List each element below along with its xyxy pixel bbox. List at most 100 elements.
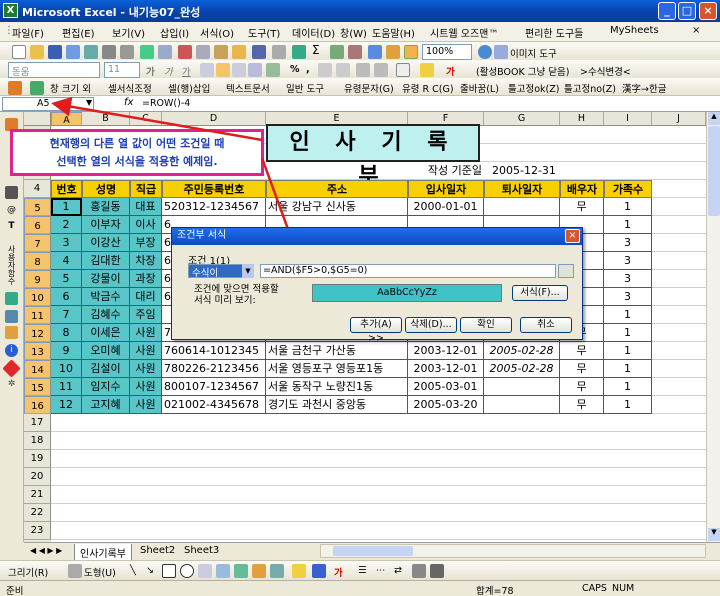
ok-button[interactable]: 확인 (460, 317, 512, 333)
undo-icon[interactable] (252, 45, 266, 59)
dash-style-icon[interactable]: ⋯ (376, 565, 386, 576)
hyperlink-icon[interactable] (292, 45, 306, 59)
column-header-h[interactable]: H (560, 112, 604, 126)
shadow-icon[interactable] (412, 564, 426, 578)
line-style-icon[interactable]: ☰ (358, 565, 367, 576)
row-header[interactable]: 23 (24, 522, 51, 540)
tool-wrap[interactable]: 줄바꿈(L) (460, 81, 499, 95)
emp-rank[interactable]: 사원 (130, 342, 162, 360)
italic-icon[interactable]: 가 (164, 64, 173, 78)
emp-family[interactable]: 3 (604, 252, 652, 270)
paste-icon[interactable] (214, 45, 228, 59)
menu-tools[interactable]: 도구(T) (248, 25, 280, 40)
align-left-icon[interactable] (200, 63, 214, 77)
fill-color-draw-icon[interactable] (292, 564, 306, 578)
sort-descending-icon[interactable] (348, 45, 362, 59)
menu-window[interactable]: 창(W) (340, 25, 367, 40)
emp-rank[interactable]: 주임 (130, 306, 162, 324)
arrow-icon[interactable]: ↘ (146, 565, 154, 576)
emp-spouse[interactable]: 무 (560, 360, 604, 378)
emp-spouse[interactable]: 무 (560, 396, 604, 414)
emp-family[interactable]: 1 (604, 360, 652, 378)
emp-no[interactable]: 6 (51, 288, 82, 306)
emp-name[interactable]: 김대한 (82, 252, 130, 270)
tab-scroll-icon[interactable]: ◀ ◀ ▶ ▶ (30, 546, 62, 555)
emp-spouse[interactable]: 무 (560, 342, 604, 360)
fill-color-icon[interactable] (420, 63, 434, 77)
toggle-icon[interactable] (404, 45, 418, 59)
emp-family[interactable]: 1 (604, 306, 652, 324)
dialog-close-button[interactable]: × (565, 229, 580, 243)
align-right-icon[interactable] (232, 63, 246, 77)
row-header[interactable]: 8 (24, 252, 51, 270)
row-header[interactable]: 22 (24, 504, 51, 522)
tool-cell-format[interactable]: 셀서식조정 (108, 81, 152, 95)
row-header[interactable]: 10 (24, 288, 51, 306)
emp-no[interactable]: 11 (51, 378, 82, 396)
column-header-a[interactable]: A (51, 112, 82, 126)
emp-spouse[interactable]: 무 (560, 378, 604, 396)
currency-icon[interactable] (266, 63, 280, 77)
header-cell[interactable]: 주소 (266, 180, 408, 198)
emp-no[interactable]: 4 (51, 252, 82, 270)
row-header[interactable]: 6 (24, 216, 51, 234)
menu-help[interactable]: 도움말(H) (372, 25, 415, 40)
diamond-icon[interactable] (2, 359, 21, 378)
menu-insert[interactable]: 삽입(I) (160, 25, 189, 40)
emp-join-date[interactable]: 2003-12-01 (408, 342, 484, 360)
scroll-up-icon[interactable]: ▲ (708, 112, 720, 125)
key-icon[interactable] (30, 81, 44, 95)
arrow-style-icon[interactable]: ⇄ (394, 565, 402, 576)
emp-address[interactable]: 서울 동작구 노량진1동 (266, 378, 408, 396)
tab-sheet3[interactable]: Sheet3 (184, 545, 219, 556)
header-cell[interactable]: 가족수 (604, 180, 652, 198)
print-preview-icon[interactable] (120, 45, 134, 59)
row-header[interactable]: 4 (24, 180, 51, 198)
decrease-indent-icon[interactable] (356, 63, 370, 77)
print-icon[interactable] (102, 45, 116, 59)
menu-file[interactable]: 파일(F) (12, 25, 44, 40)
menu-view[interactable]: 보기(V) (112, 25, 145, 40)
merge-center-icon[interactable] (248, 63, 262, 77)
emp-name[interactable]: 김혜수 (82, 306, 130, 324)
close-button[interactable]: × (699, 2, 717, 20)
fx-icon[interactable]: fx (124, 97, 133, 108)
emp-id-number[interactable]: 021002-4345678 (162, 396, 266, 414)
row-header[interactable]: 7 (24, 234, 51, 252)
oval-icon[interactable] (180, 564, 194, 578)
research-icon[interactable] (158, 45, 172, 59)
draw-menu[interactable]: 그리기(R) (8, 565, 48, 579)
emp-family[interactable]: 1 (604, 396, 652, 414)
emp-name[interactable]: 이강산 (82, 234, 130, 252)
3d-icon[interactable] (430, 564, 444, 578)
wordart-icon[interactable] (216, 564, 230, 578)
emp-address[interactable]: 서울 영등포구 영등포1동 (266, 360, 408, 378)
date-label[interactable]: 작성 기준일 (408, 162, 484, 180)
sheet-title[interactable]: 인 사 기 록 부 (266, 124, 480, 189)
emp-no[interactable]: 7 (51, 306, 82, 324)
borders-icon[interactable] (396, 63, 410, 77)
menu-ozman[interactable]: 시트웹 오즈맨™ (430, 25, 498, 40)
percent-icon[interactable]: % (290, 64, 300, 75)
emp-name[interactable]: 이세은 (82, 324, 130, 342)
tool-text-doc[interactable]: 텍스트문서 (226, 81, 270, 95)
emp-name[interactable]: 오미혜 (82, 342, 130, 360)
gear-icon[interactable]: ✲ (5, 378, 18, 391)
emp-rank[interactable]: 이사 (130, 216, 162, 234)
clipart-icon[interactable] (252, 564, 266, 578)
close-book-label[interactable]: (활성BOOK 그냥 닫음) (476, 64, 569, 78)
emp-spouse[interactable]: 무 (560, 198, 604, 216)
redo-icon[interactable] (272, 45, 286, 59)
header-cell[interactable]: 주민등록번호 (162, 180, 266, 198)
emp-rank[interactable]: 사원 (130, 360, 162, 378)
header-cell[interactable]: 배우자 (560, 180, 604, 198)
tool-hanja-hangul[interactable]: 漢字→한글 (622, 81, 666, 95)
emp-name[interactable]: 김설이 (82, 360, 130, 378)
emp-id-number[interactable]: 520312-1234567 (162, 198, 266, 216)
formula-input[interactable]: =ROW()-4 (142, 98, 190, 109)
emp-name[interactable]: 강물이 (82, 270, 130, 288)
emp-leave-date[interactable] (484, 396, 560, 414)
link-icon[interactable] (5, 310, 18, 323)
row-header[interactable]: 16 (24, 396, 51, 414)
picture-icon[interactable] (270, 564, 284, 578)
